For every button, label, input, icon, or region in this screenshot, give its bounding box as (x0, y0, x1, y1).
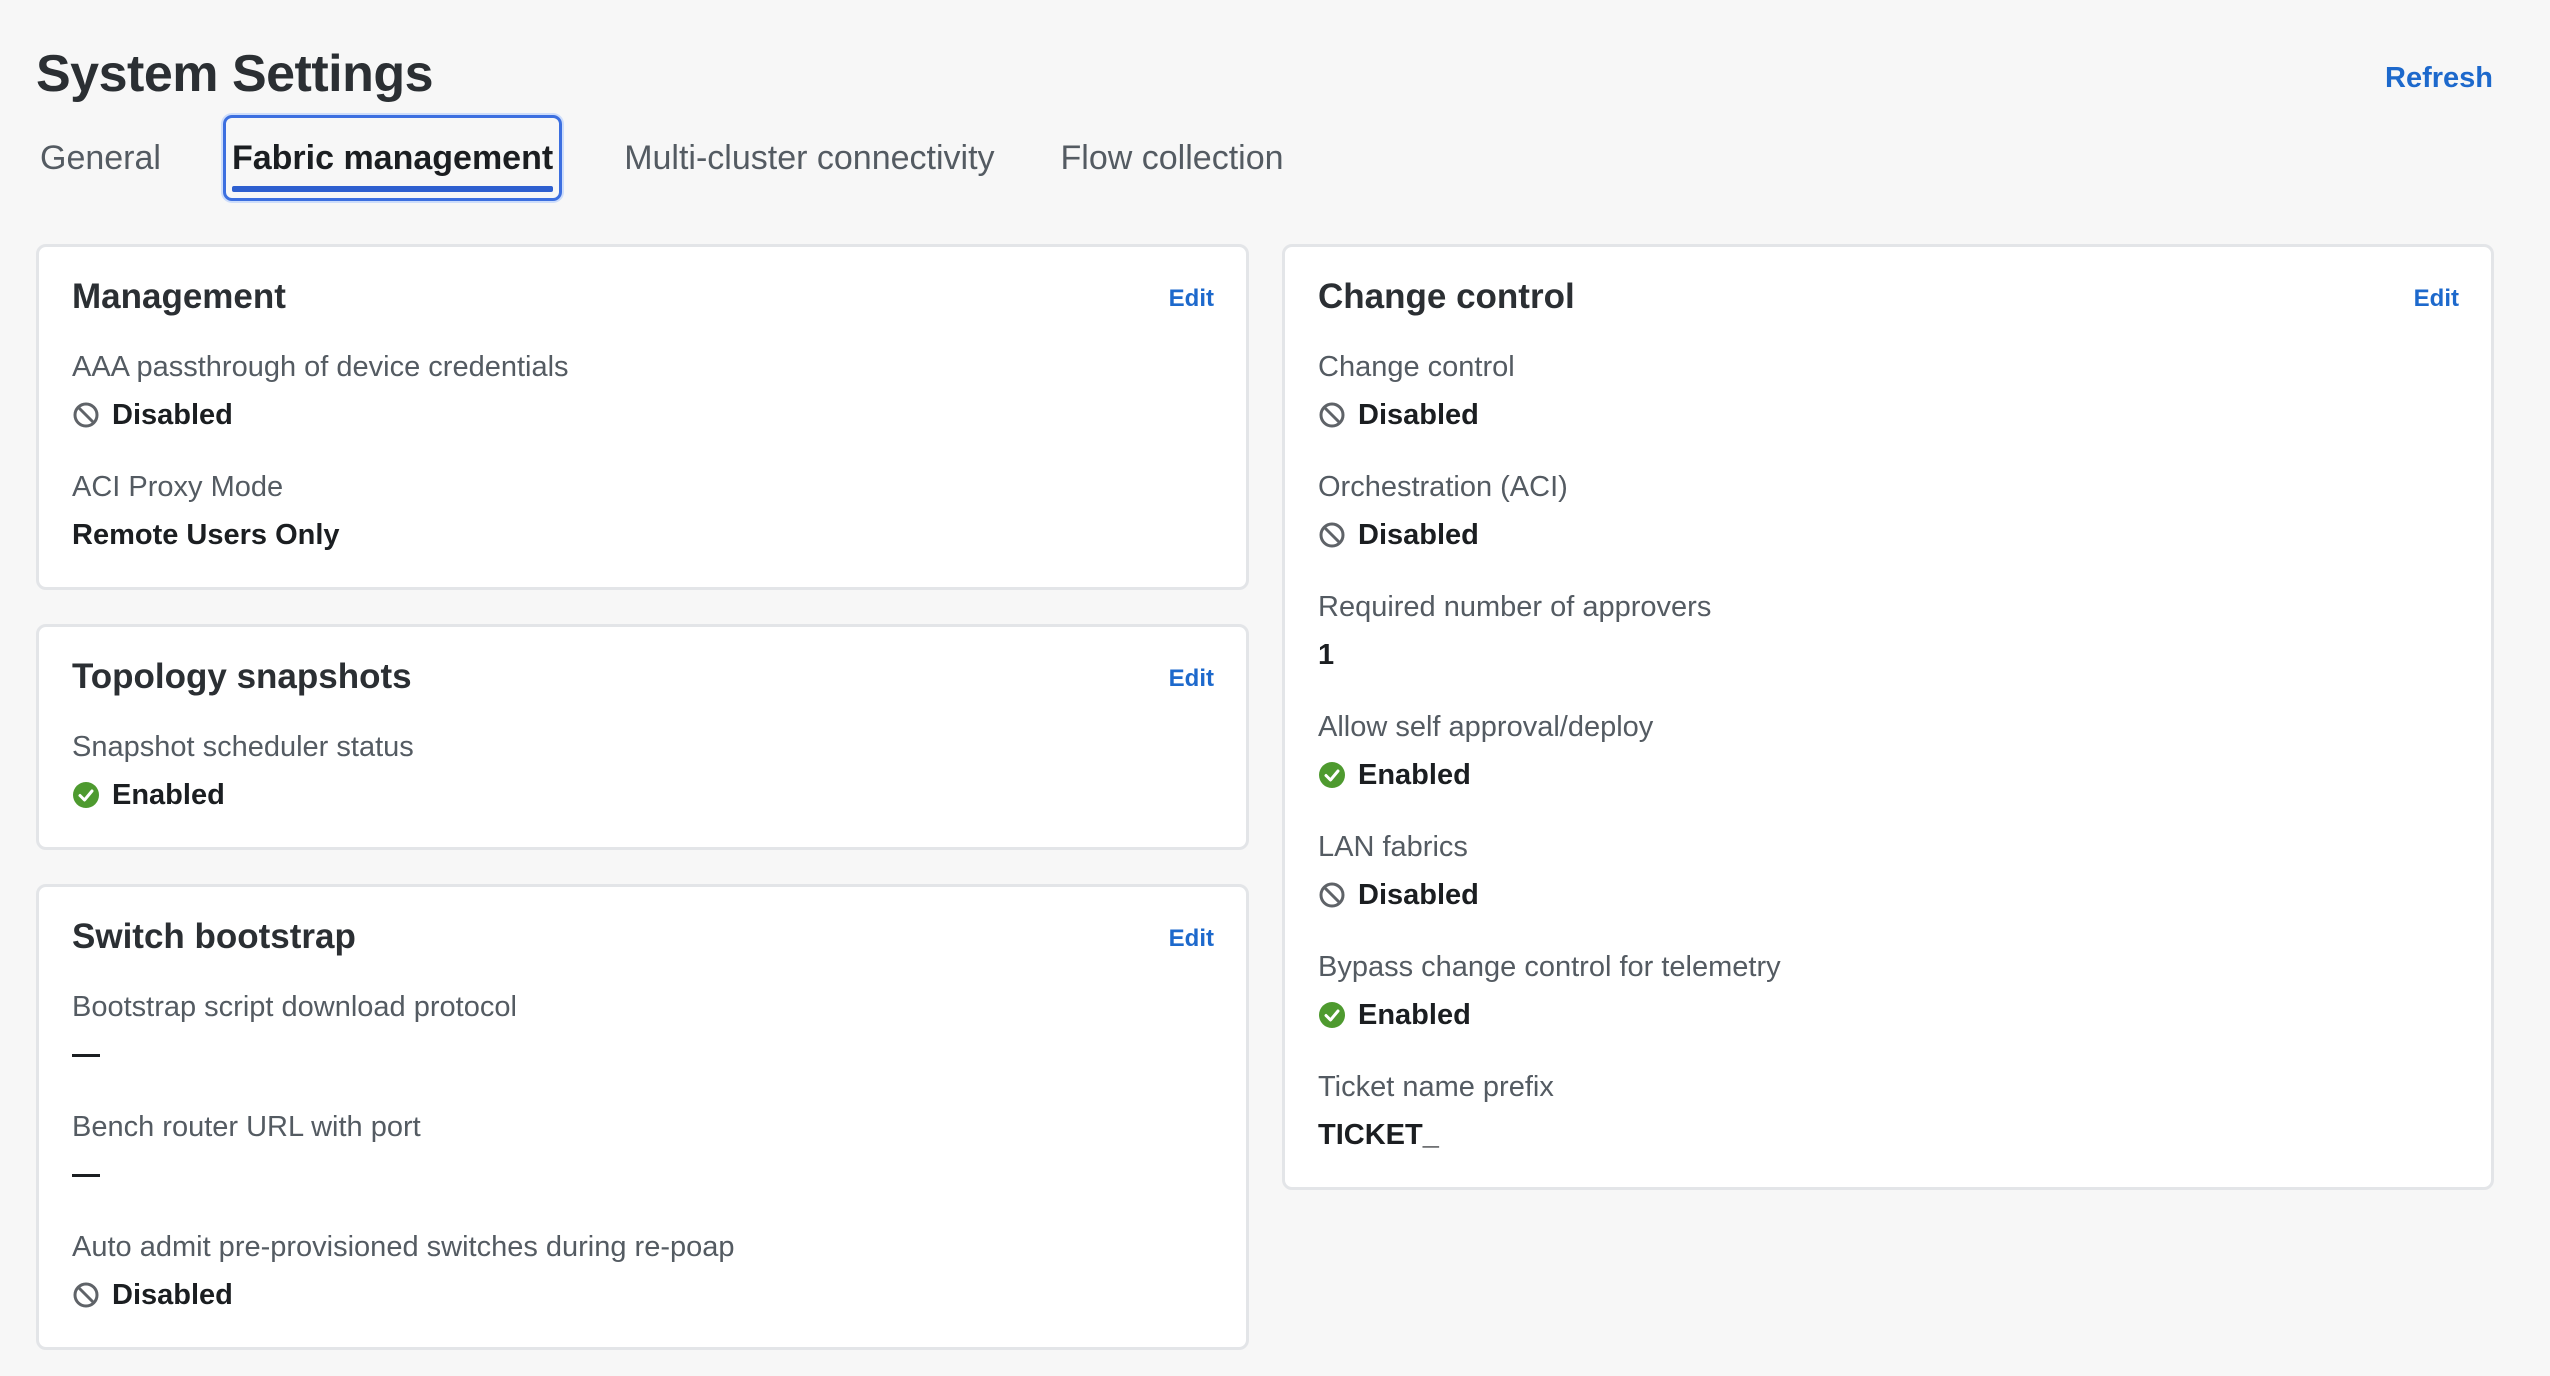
tab-flow-collection[interactable]: Flow collection (1057, 115, 1288, 201)
status-text: Disabled (1358, 519, 1479, 551)
value-text: 1 (1318, 639, 1335, 671)
status-text: Disabled (112, 1279, 233, 1311)
enabled-icon (1319, 762, 1345, 788)
disabled-icon (73, 1282, 99, 1308)
page-title: System Settings (36, 45, 434, 103)
field-snapshot-scheduler-status: Snapshot scheduler status Enabled (72, 727, 414, 815)
bootstrap-card-title: Switch bootstrap (72, 917, 356, 956)
field-auto-admit-switches: Auto admit pre-provisioned switches duri… (72, 1227, 735, 1315)
field-lan-fabrics: LAN fabrics Disabled (1318, 827, 1479, 915)
status-text: Disabled (1358, 879, 1479, 911)
field-label: Bootstrap script download protocol (72, 991, 517, 1023)
refresh-button[interactable]: Refresh (2385, 62, 2493, 95)
tab-multi-cluster-connectivity[interactable]: Multi-cluster connectivity (620, 115, 998, 201)
field-bootstrap-script-protocol: Bootstrap script download protocol (72, 987, 517, 1075)
value-text: TICKET_ (1318, 1119, 1439, 1151)
field-label: LAN fabrics (1318, 831, 1468, 863)
enabled-icon (1319, 1002, 1345, 1028)
field-value (72, 1155, 421, 1195)
status-text: Enabled (1358, 999, 1471, 1031)
field-value: Enabled (72, 775, 414, 815)
management-card: Management Edit AAA passthrough of devic… (36, 244, 1249, 590)
disabled-icon (73, 402, 99, 428)
status-text: Disabled (1358, 399, 1479, 431)
field-value: Enabled (1318, 755, 1653, 795)
field-bench-router-url: Bench router URL with port (72, 1107, 421, 1195)
field-bypass-telemetry: Bypass change control for telemetry Enab… (1318, 947, 1781, 1035)
field-value: Disabled (1318, 515, 1568, 555)
field-label: Snapshot scheduler status (72, 731, 414, 763)
disabled-icon (1319, 882, 1345, 908)
field-aci-proxy-mode: ACI Proxy Mode Remote Users Only (72, 467, 340, 555)
field-value: Disabled (72, 1275, 735, 1315)
management-edit-button[interactable]: Edit (1169, 285, 1214, 313)
field-label: Change control (1318, 351, 1515, 383)
field-label: AAA passthrough of device credentials (72, 351, 569, 383)
tab-general[interactable]: General (36, 115, 165, 201)
field-value: Disabled (1318, 875, 1479, 915)
status-text: Disabled (112, 399, 233, 431)
topology-snapshots-card: Topology snapshots Edit Snapshot schedul… (36, 624, 1249, 850)
field-value: Disabled (1318, 395, 1515, 435)
field-orchestration-aci: Orchestration (ACI) Disabled (1318, 467, 1568, 555)
topology-card-title: Topology snapshots (72, 657, 412, 696)
value-text: Remote Users Only (72, 519, 340, 551)
topology-edit-button[interactable]: Edit (1169, 665, 1214, 693)
change-control-edit-button[interactable]: Edit (2414, 285, 2459, 313)
field-value: TICKET_ (1318, 1115, 1554, 1155)
empty-value-dash (72, 1053, 100, 1057)
disabled-icon (1319, 402, 1345, 428)
field-label: Required number of approvers (1318, 591, 1712, 623)
field-ticket-name-prefix: Ticket name prefix TICKET_ (1318, 1067, 1554, 1155)
field-label: Auto admit pre-provisioned switches duri… (72, 1231, 735, 1263)
field-value: 1 (1318, 635, 1711, 675)
field-allow-self-approval: Allow self approval/deploy Enabled (1318, 707, 1653, 795)
empty-value-dash (72, 1173, 100, 1177)
disabled-icon (1319, 522, 1345, 548)
change-control-card-title: Change control (1318, 277, 1575, 316)
field-label: Bench router URL with port (72, 1111, 421, 1143)
tab-fabric-management[interactable]: Fabric management (222, 115, 563, 201)
enabled-icon (73, 782, 99, 808)
field-value (72, 1035, 517, 1075)
tab-bar: General Fabric management Multi-cluster … (36, 112, 1346, 204)
field-value: Remote Users Only (72, 515, 340, 555)
bootstrap-edit-button[interactable]: Edit (1169, 925, 1214, 953)
field-required-approvers: Required number of approvers 1 (1318, 587, 1711, 675)
status-text: Enabled (1358, 759, 1471, 791)
field-value: Enabled (1318, 995, 1781, 1035)
field-change-control: Change control Disabled (1318, 347, 1515, 435)
field-label: Bypass change control for telemetry (1318, 951, 1781, 983)
field-label: ACI Proxy Mode (72, 471, 284, 503)
field-label: Orchestration (ACI) (1318, 471, 1568, 503)
change-control-card: Change control Edit Change control Disab… (1282, 244, 2494, 1190)
status-text: Enabled (112, 779, 225, 811)
field-label: Ticket name prefix (1318, 1071, 1554, 1103)
field-aaa-passthrough: AAA passthrough of device credentials Di… (72, 347, 569, 435)
switch-bootstrap-card: Switch bootstrap Edit Bootstrap script d… (36, 884, 1249, 1350)
management-card-title: Management (72, 277, 286, 316)
field-value: Disabled (72, 395, 569, 435)
field-label: Allow self approval/deploy (1318, 711, 1654, 743)
